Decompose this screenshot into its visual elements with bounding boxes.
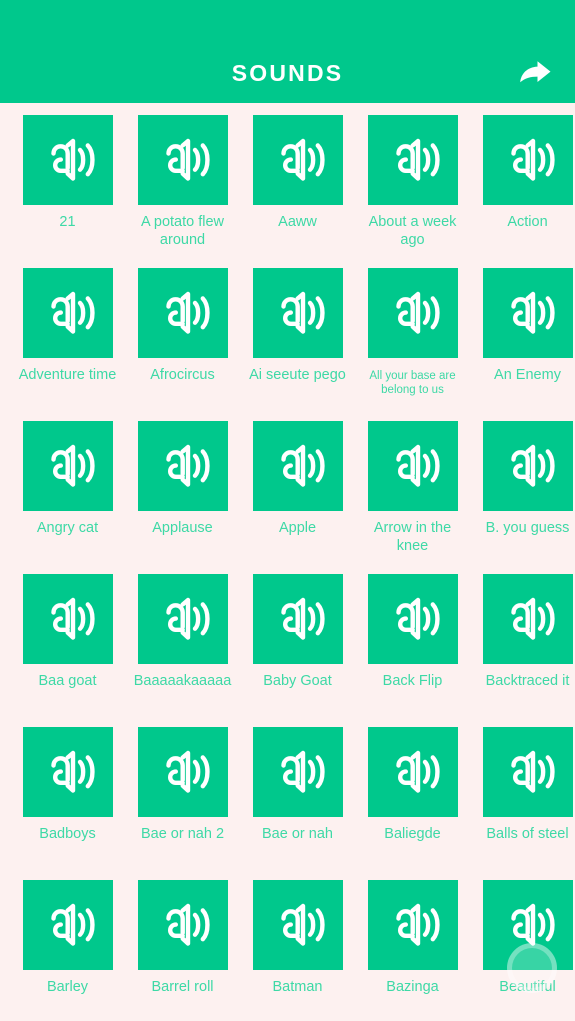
sound-tile[interactable]: Action [470, 115, 575, 268]
speaker-sound-icon[interactable] [367, 268, 458, 358]
speaker-sound-icon[interactable] [482, 115, 573, 205]
sound-tile-label: Barrel roll [151, 979, 214, 995]
speaker-sound-icon[interactable] [137, 115, 228, 205]
speaker-sound-icon[interactable] [137, 421, 228, 511]
sound-tile-label: B. you guess [485, 520, 570, 536]
sound-tile[interactable]: Backtraced it [470, 574, 575, 727]
sound-tile-label: Bae or nah [262, 826, 333, 842]
sound-tile-label: Baaaaakaaaaa [133, 673, 232, 689]
speaker-sound-icon[interactable] [22, 115, 113, 205]
sound-tile-label: Back Flip [382, 673, 443, 689]
speaker-sound-icon[interactable] [482, 268, 573, 358]
sound-tile[interactable]: Applause [125, 421, 240, 574]
speaker-sound-icon[interactable] [252, 880, 343, 970]
sound-tile-label: Barley [46, 979, 89, 995]
sound-tile-label: Baby Goat [263, 673, 332, 689]
speaker-sound-icon[interactable] [482, 727, 573, 817]
sound-tile-label: Baliegde [384, 826, 441, 842]
speaker-sound-icon[interactable] [252, 727, 343, 817]
sound-tile-label: 21 [59, 214, 76, 230]
sound-tile[interactable]: Badboys [10, 727, 125, 880]
sound-tile-label: Bazinga [386, 979, 439, 995]
sound-tile[interactable]: Batman [240, 880, 355, 1021]
sound-tile-label: Adventure time [18, 367, 117, 383]
sound-tile-label: Backtraced it [485, 673, 570, 689]
speaker-sound-icon[interactable] [482, 574, 573, 664]
sound-tile[interactable]: Apple [240, 421, 355, 574]
sound-tile-label: An Enemy [494, 367, 561, 383]
sound-tile[interactable]: All your base are belong to us [355, 268, 470, 421]
page-title: SOUNDS [231, 60, 344, 86]
sound-tile-label: Angry cat [36, 520, 99, 536]
sound-tile[interactable]: Baliegde [355, 727, 470, 880]
sound-tile[interactable]: About a week ago [355, 115, 470, 268]
sound-tile-label: Action [507, 214, 548, 230]
speaker-sound-icon[interactable] [367, 574, 458, 664]
share-button[interactable] [509, 49, 561, 95]
speaker-sound-icon[interactable] [137, 268, 228, 358]
speaker-sound-icon[interactable] [137, 880, 228, 970]
sound-tile[interactable]: Bae or nah [240, 727, 355, 880]
speaker-sound-icon[interactable] [367, 880, 458, 970]
sound-tile[interactable]: Baby Goat [240, 574, 355, 727]
sound-tile[interactable]: Back Flip [355, 574, 470, 727]
sound-tile[interactable]: Arrow in the knee [355, 421, 470, 574]
speaker-sound-icon[interactable] [22, 880, 113, 970]
sound-tile[interactable]: Aaww [240, 115, 355, 268]
speaker-sound-icon[interactable] [252, 421, 343, 511]
sound-tile[interactable]: Baa goat [10, 574, 125, 727]
speaker-sound-icon[interactable] [137, 574, 228, 664]
sound-tile-label: Ai seeute pego [249, 367, 346, 383]
sound-tile[interactable]: Adventure time [10, 268, 125, 421]
speaker-sound-icon[interactable] [22, 421, 113, 511]
speaker-sound-icon[interactable] [137, 727, 228, 817]
speaker-sound-icon[interactable] [252, 115, 343, 205]
speaker-sound-icon[interactable] [22, 268, 113, 358]
share-forward-arrow-icon [518, 58, 552, 86]
sound-tile-label: All your base are belong to us [369, 370, 456, 397]
speaker-sound-icon[interactable] [367, 421, 458, 511]
sound-tile-label: Balls of steel [486, 826, 569, 842]
sound-tile-label: Badboys [39, 826, 96, 842]
sound-tile-label: About a week ago [368, 214, 457, 248]
sound-tile[interactable]: Afrocircus [125, 268, 240, 421]
speaker-sound-icon[interactable] [252, 574, 343, 664]
sound-tile-label: Applause [152, 520, 213, 536]
sound-tile-label: Aaww [278, 214, 317, 230]
speaker-sound-icon[interactable] [367, 727, 458, 817]
sound-tile-label: Arrow in the knee [373, 520, 452, 554]
sound-tile-label: Afrocircus [150, 367, 215, 383]
speaker-sound-icon[interactable] [482, 421, 573, 511]
sound-tile[interactable]: Ai seeute pego [240, 268, 355, 421]
speaker-sound-icon[interactable] [22, 727, 113, 817]
sound-tile-label: Bae or nah 2 [140, 826, 225, 842]
sound-tile[interactable]: 21 [10, 115, 125, 268]
sound-tile[interactable]: Balls of steel [470, 727, 575, 880]
sound-tile[interactable]: Angry cat [10, 421, 125, 574]
sound-tile-label: Batman [272, 979, 323, 995]
sound-tile-label: A potato flew around [140, 214, 225, 248]
speaker-sound-icon[interactable] [22, 574, 113, 664]
app-header: SOUNDS [0, 0, 575, 103]
sound-tile[interactable]: An Enemy [470, 268, 575, 421]
floating-action-button[interactable] [507, 943, 557, 993]
sound-tile-label: Baa goat [38, 673, 97, 689]
sounds-app-screen: SOUNDS 21 A potato flew around Aaww About a… [0, 0, 575, 1021]
sound-tile[interactable]: Barrel roll [125, 880, 240, 1021]
speaker-sound-icon[interactable] [252, 268, 343, 358]
sound-tile-label: Apple [278, 520, 317, 536]
sounds-grid: 21 A potato flew around Aaww About a week a… [0, 103, 575, 1021]
sound-tile[interactable]: Bae or nah 2 [125, 727, 240, 880]
sound-tile[interactable]: B. you guess [470, 421, 575, 574]
speaker-sound-icon[interactable] [367, 115, 458, 205]
sound-tile[interactable]: Baaaaakaaaaa [125, 574, 240, 727]
sound-tile[interactable]: Bazinga [355, 880, 470, 1021]
sound-tile[interactable]: Barley [10, 880, 125, 1021]
sound-tile[interactable]: A potato flew around [125, 115, 240, 268]
